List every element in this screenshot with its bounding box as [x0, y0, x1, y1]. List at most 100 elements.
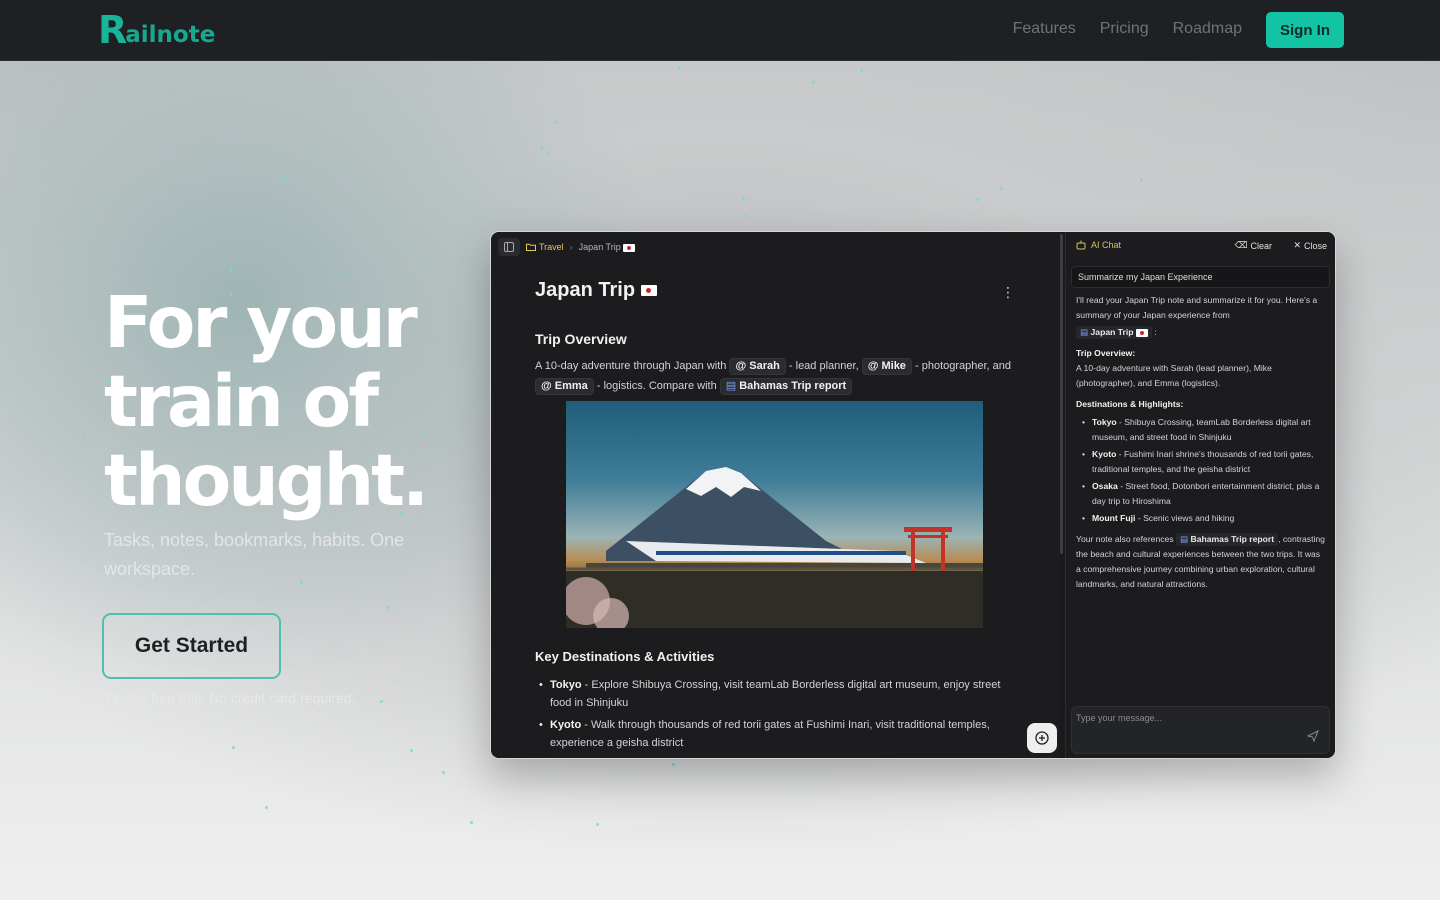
particle-dot — [672, 763, 675, 766]
note-reference-chip[interactable]: ▤ Japan Trip — [1076, 326, 1152, 339]
hero-subline: Tasks, notes, bookmarks, habits. One wor… — [104, 530, 405, 579]
user-prompt-bubble: Summarize my Japan Experience — [1071, 266, 1330, 288]
overview-section: Trip Overview: A 10-day adventure with Sa… — [1076, 346, 1326, 391]
highlights-list: Tokyo - Shibuya Crossing, teamLab Border… — [1076, 415, 1326, 526]
highlights-label: Destinations & Highlights: — [1076, 397, 1326, 412]
get-started-button[interactable]: Get Started — [102, 613, 281, 679]
highlights-label-text: Destinations & Highlights: — [1076, 399, 1184, 409]
destinations-list: Tokyo - Explore Shibuya Crossing, visit … — [535, 676, 1015, 756]
particle-dot — [1000, 187, 1003, 190]
highlight-text: - Fushimi Inari shrine's thousands of re… — [1092, 449, 1314, 474]
list-item: Tokyo - Shibuya Crossing, teamLab Border… — [1076, 415, 1326, 445]
eraser-icon: ⌫ — [1234, 240, 1248, 250]
send-icon — [1306, 729, 1319, 742]
overview-text: - lead planner, — [788, 360, 859, 372]
clear-chat-button[interactable]: ⌫ Clear — [1235, 240, 1272, 251]
sparkle-bot-icon — [1076, 240, 1086, 250]
close-chat-button[interactable]: ✕ Close — [1293, 240, 1327, 251]
document-icon: ▤ — [1080, 327, 1089, 337]
highlight-name: Tokyo — [1092, 417, 1117, 427]
send-button[interactable] — [1305, 729, 1321, 745]
list-item: Osaka - Street food, Dotonbori entertain… — [1076, 479, 1326, 509]
list-item: Kyoto - Fushimi Inari shrine's thousands… — [1076, 447, 1326, 477]
destination-name: Tokyo — [550, 679, 582, 691]
top-navbar: R ailnote Features Pricing Roadmap Sign … — [0, 0, 1440, 61]
breadcrumb-travel[interactable]: Travel — [526, 242, 564, 252]
highlight-name: Osaka — [1092, 481, 1118, 491]
particle-dot — [335, 221, 338, 224]
destination-text: - Explore Shibuya Crossing, visit teamLa… — [550, 679, 1001, 709]
folder-icon — [526, 243, 536, 251]
breadcrumb-current[interactable]: Japan Trip — [579, 242, 636, 252]
particle-dot — [540, 147, 543, 150]
note-title[interactable]: Japan Trip — [535, 279, 658, 302]
response-intro: I'll read your Japan Trip note and summa… — [1076, 293, 1326, 323]
japan-flag-icon — [641, 285, 658, 296]
doc-ref-label: Bahamas Trip report — [739, 380, 847, 392]
particle-dot — [340, 272, 343, 275]
particle-dot — [83, 437, 86, 440]
particle-dot — [470, 821, 473, 824]
nav-link-features[interactable]: Features — [1013, 20, 1076, 38]
destination-text: - Walk through thousands of red torii ga… — [550, 719, 990, 749]
add-block-button[interactable] — [1027, 723, 1057, 753]
particle-dot — [410, 749, 413, 752]
chat-message-input[interactable] — [1076, 713, 1296, 723]
japan-flag-icon — [1135, 328, 1148, 337]
sidebar-toggle-icon[interactable] — [498, 238, 520, 256]
highlight-name: Kyoto — [1092, 449, 1117, 459]
close-label: Close — [1303, 240, 1327, 251]
chevron-right-icon: › — [569, 242, 573, 252]
overview-heading: Trip Overview — [535, 331, 627, 347]
nav-link-pricing[interactable]: Pricing — [1100, 20, 1149, 38]
particle-dot — [265, 806, 268, 809]
destination-name: Kyoto — [550, 719, 582, 731]
particle-dot — [745, 214, 748, 217]
list-item: Kyoto - Walk through thousands of red to… — [535, 716, 1015, 752]
response-ref-line: ▤ Japan Trip : — [1076, 325, 1326, 340]
kebab-menu-icon[interactable]: ⋮ — [1001, 284, 1015, 301]
hero-section: For your train of thought. Tasks, notes,… — [0, 61, 1440, 900]
highlight-name: Mount Fuji — [1092, 513, 1136, 523]
doc-reference-chip[interactable]: ▤ Bahamas Trip report — [1176, 533, 1279, 546]
note-editor: Travel › Japan Trip Japan Trip ⋮ Trip Ov… — [491, 232, 1059, 758]
mention-chip[interactable]: @ Mike — [861, 358, 912, 375]
mention-chip[interactable]: @ Sarah — [729, 358, 786, 375]
response-intro-text: I'll read your Japan Trip note and summa… — [1076, 295, 1318, 320]
clear-label: Clear — [1250, 240, 1272, 251]
highlight-text: - Scenic views and hiking — [1135, 513, 1235, 523]
overview-paragraph: A 10-day adventure through Japan with @ … — [535, 356, 1015, 396]
railnote-logo[interactable]: R ailnote — [98, 8, 215, 52]
breadcrumb-current-label: Japan Trip — [578, 242, 621, 252]
overview-summary: A 10-day adventure with Sarah (lead plan… — [1076, 363, 1272, 388]
nav-link-roadmap[interactable]: Roadmap — [1173, 20, 1242, 38]
logo-mark: R — [98, 8, 128, 52]
hero-headline: For your train of thought. — [104, 283, 484, 520]
particle-dot — [1140, 179, 1143, 182]
ai-response: I'll read your Japan Trip note and summa… — [1076, 293, 1326, 594]
trial-note: 14-day free trial. No credit card requir… — [104, 690, 356, 706]
sign-in-button[interactable]: Sign In — [1266, 12, 1344, 48]
document-icon: ▤ — [725, 380, 737, 392]
mention-chip[interactable]: @ Emma — [535, 378, 594, 395]
particle-dot — [386, 606, 389, 609]
overview-text: - logistics. Compare with — [596, 380, 717, 392]
ai-chat-panel: AI Chat ⌫ Clear ✕ Close Summarize my Japan… — [1065, 232, 1335, 758]
scrollbar-thumb[interactable] — [1060, 234, 1063, 554]
chat-title-text: AI Chat — [1091, 240, 1122, 250]
particle-dot — [555, 121, 558, 124]
outro-prefix: Your note also references — [1076, 534, 1174, 544]
app-preview-window: Travel › Japan Trip Japan Trip ⋮ Trip Ov… — [490, 231, 1336, 759]
headline-line: thought. — [104, 439, 429, 522]
overview-intro: A 10-day adventure through Japan with — [535, 360, 727, 372]
particle-dot — [976, 198, 979, 201]
particle-dot — [380, 700, 383, 703]
particle-dot — [546, 152, 549, 155]
particle-dot — [430, 261, 433, 264]
nav-links: Features Pricing Roadmap — [1013, 20, 1242, 38]
doc-reference-chip[interactable]: ▤ Bahamas Trip report — [719, 378, 853, 395]
chat-input-box — [1071, 706, 1330, 754]
list-item: Mount Fuji - Scenic views and hiking — [1076, 511, 1326, 526]
highlight-text: - Street food, Dotonbori entertainment d… — [1092, 481, 1320, 506]
particle-dot — [442, 771, 445, 774]
